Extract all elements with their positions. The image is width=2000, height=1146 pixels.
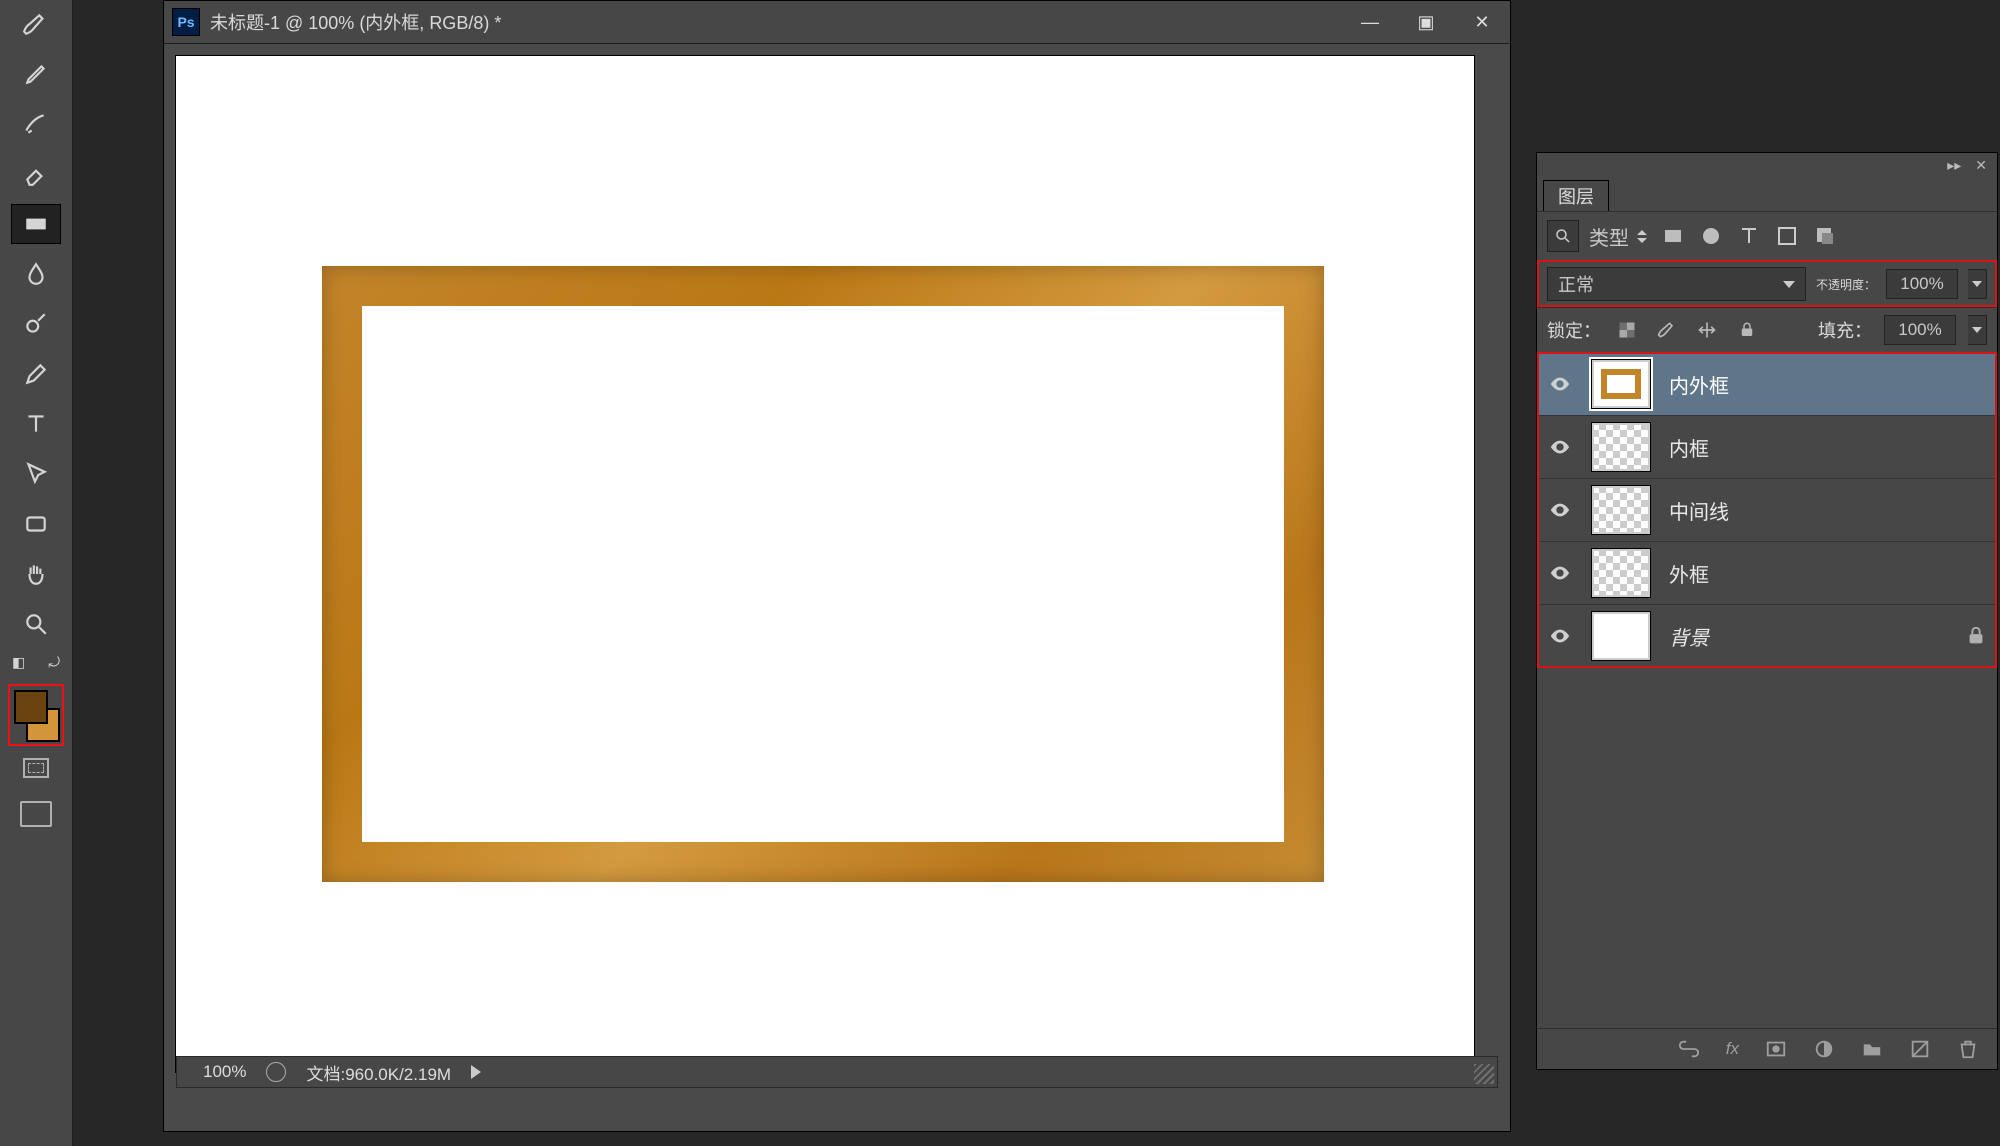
filter-type-icon[interactable]	[1737, 224, 1761, 248]
panel-tabs: 图层	[1537, 177, 1997, 211]
foreground-color[interactable]	[14, 690, 48, 724]
layer-thumbnail[interactable]	[1591, 359, 1651, 409]
canvas[interactable]	[176, 56, 1474, 1072]
layer-name[interactable]: 背景	[1669, 622, 1947, 651]
close-button[interactable]: ✕	[1454, 1, 1510, 43]
panel-flyout-bar: ▸▸ ✕	[1537, 153, 1997, 177]
pencil-tool[interactable]	[11, 54, 61, 94]
layer-name[interactable]: 中间线	[1669, 496, 1987, 525]
filter-kind-select[interactable]: 类型	[1589, 222, 1647, 251]
layer-row[interactable]: 内外框	[1537, 353, 1997, 416]
visibility-toggle[interactable]	[1547, 373, 1573, 395]
layers-panel: ▸▸ ✕ 图层 类型	[1536, 152, 1998, 1070]
color-replace-tool[interactable]	[11, 104, 61, 144]
lock-all-icon[interactable]	[1733, 316, 1761, 344]
layer-thumbnail[interactable]	[1591, 548, 1651, 598]
fill-label: 填充：	[1818, 317, 1872, 343]
minimize-button[interactable]: —	[1342, 1, 1398, 43]
filter-pixel-icon[interactable]	[1661, 224, 1685, 248]
dodge-tool[interactable]	[11, 304, 61, 344]
layer-thumbnail[interactable]	[1591, 485, 1651, 535]
hand-tool[interactable]	[11, 554, 61, 594]
fill-stepper[interactable]	[1968, 315, 1987, 345]
workspace: Ps 未标题-1 @ 100% (内外框, RGB/8) * — ▣ ✕ 100…	[73, 0, 1534, 1146]
filter-smart-icon[interactable]	[1813, 224, 1837, 248]
layer-name[interactable]: 外框	[1669, 559, 1987, 588]
layer-thumbnail[interactable]	[1591, 422, 1651, 472]
rectangle-tool[interactable]	[11, 504, 61, 544]
gold-frame-artwork	[322, 266, 1324, 882]
ps-icon: Ps	[172, 8, 200, 36]
lock-position-icon[interactable]	[1693, 316, 1721, 344]
document-titlebar[interactable]: Ps 未标题-1 @ 100% (内外框, RGB/8) * — ▣ ✕	[164, 1, 1510, 44]
delete-layer-icon[interactable]	[1957, 1038, 1979, 1060]
lock-fill-row: 锁定： 填充： 100%	[1537, 307, 1997, 352]
lock-transparent-icon[interactable]	[1613, 316, 1641, 344]
chevron-down-icon	[1783, 281, 1795, 288]
canvas-area[interactable]: 100% 文档:960.0K/2.19M	[164, 44, 1510, 1092]
opacity-value[interactable]: 100%	[1886, 269, 1958, 299]
lock-icon	[1965, 625, 1987, 647]
visibility-toggle[interactable]	[1547, 499, 1573, 521]
status-icon[interactable]	[266, 1062, 286, 1082]
opacity-stepper[interactable]	[1968, 269, 1987, 299]
filter-kind-label: 类型	[1589, 222, 1629, 251]
right-dock: ▸▸ ✕ 图层 类型	[1534, 0, 2000, 1146]
visibility-toggle[interactable]	[1547, 625, 1573, 647]
brush-tool[interactable]	[11, 4, 61, 44]
new-layer-icon[interactable]	[1909, 1038, 1931, 1060]
blur-tool[interactable]	[11, 254, 61, 294]
blend-mode-value: 正常	[1558, 271, 1594, 297]
status-menu-arrow[interactable]	[471, 1065, 481, 1079]
status-bar: 100% 文档:960.0K/2.19M	[176, 1056, 1498, 1088]
layer-row[interactable]: 内框	[1537, 416, 1997, 479]
layers-panel-footer: fx	[1537, 1028, 1997, 1069]
maximize-button[interactable]: ▣	[1398, 1, 1454, 43]
layer-name[interactable]: 内外框	[1669, 370, 1987, 399]
layers-list: 内外框 内框 中间线 外框	[1537, 352, 1997, 668]
filter-search-icon[interactable]	[1547, 220, 1579, 252]
opacity-label: 不透明度：	[1816, 276, 1876, 293]
collapse-icon[interactable]: ▸▸	[1947, 157, 1961, 174]
layer-fx-icon[interactable]: fx	[1726, 1039, 1739, 1059]
gradient-tool[interactable]	[11, 204, 61, 244]
app-root: ◧⤾ Ps 未标题-1 @ 100% (内外框, RGB/8) * — ▣ ✕	[0, 0, 2000, 1146]
zoom-tool[interactable]	[11, 604, 61, 644]
quick-mask-toggle[interactable]	[12, 752, 60, 784]
blend-mode-select[interactable]: 正常	[1547, 267, 1806, 301]
filter-shape-icon[interactable]	[1775, 224, 1799, 248]
document-size: 文档:960.0K/2.19M	[306, 1060, 451, 1085]
layer-thumbnail[interactable]	[1591, 611, 1651, 661]
tools-column: ◧⤾	[0, 0, 73, 1146]
fill-value[interactable]: 100%	[1884, 315, 1956, 345]
adjustment-layer-icon[interactable]	[1813, 1038, 1835, 1060]
panel-close-icon[interactable]: ✕	[1975, 157, 1987, 174]
visibility-toggle[interactable]	[1547, 436, 1573, 458]
layer-name[interactable]: 内框	[1669, 433, 1987, 462]
type-tool[interactable]	[11, 404, 61, 444]
lock-label: 锁定：	[1547, 317, 1601, 343]
screen-mode-toggle[interactable]	[11, 794, 61, 834]
document-title: 未标题-1 @ 100% (内外框, RGB/8) *	[210, 9, 501, 35]
layer-row[interactable]: 外框	[1537, 542, 1997, 605]
color-swatches[interactable]	[12, 688, 60, 742]
tab-layers[interactable]: 图层	[1543, 180, 1609, 211]
group-icon[interactable]	[1861, 1038, 1883, 1060]
layer-row[interactable]: 中间线	[1537, 479, 1997, 542]
layer-filter-row: 类型	[1537, 211, 1997, 260]
pen-tool[interactable]	[11, 354, 61, 394]
blend-opacity-row: 正常 不透明度： 100%	[1537, 260, 1997, 307]
document-window: Ps 未标题-1 @ 100% (内外框, RGB/8) * — ▣ ✕ 100…	[163, 0, 1511, 1132]
resize-grip[interactable]	[1474, 1064, 1494, 1084]
filter-adjust-icon[interactable]	[1699, 224, 1723, 248]
link-layers-icon[interactable]	[1678, 1038, 1700, 1060]
lock-paint-icon[interactable]	[1653, 316, 1681, 344]
eraser-tool[interactable]	[11, 154, 61, 194]
default-swap-colors[interactable]: ◧⤾	[12, 654, 60, 674]
visibility-toggle[interactable]	[1547, 562, 1573, 584]
path-select-tool[interactable]	[11, 454, 61, 494]
layer-mask-icon[interactable]	[1765, 1038, 1787, 1060]
layer-row[interactable]: 背景	[1537, 605, 1997, 668]
zoom-level[interactable]: 100%	[203, 1062, 246, 1082]
